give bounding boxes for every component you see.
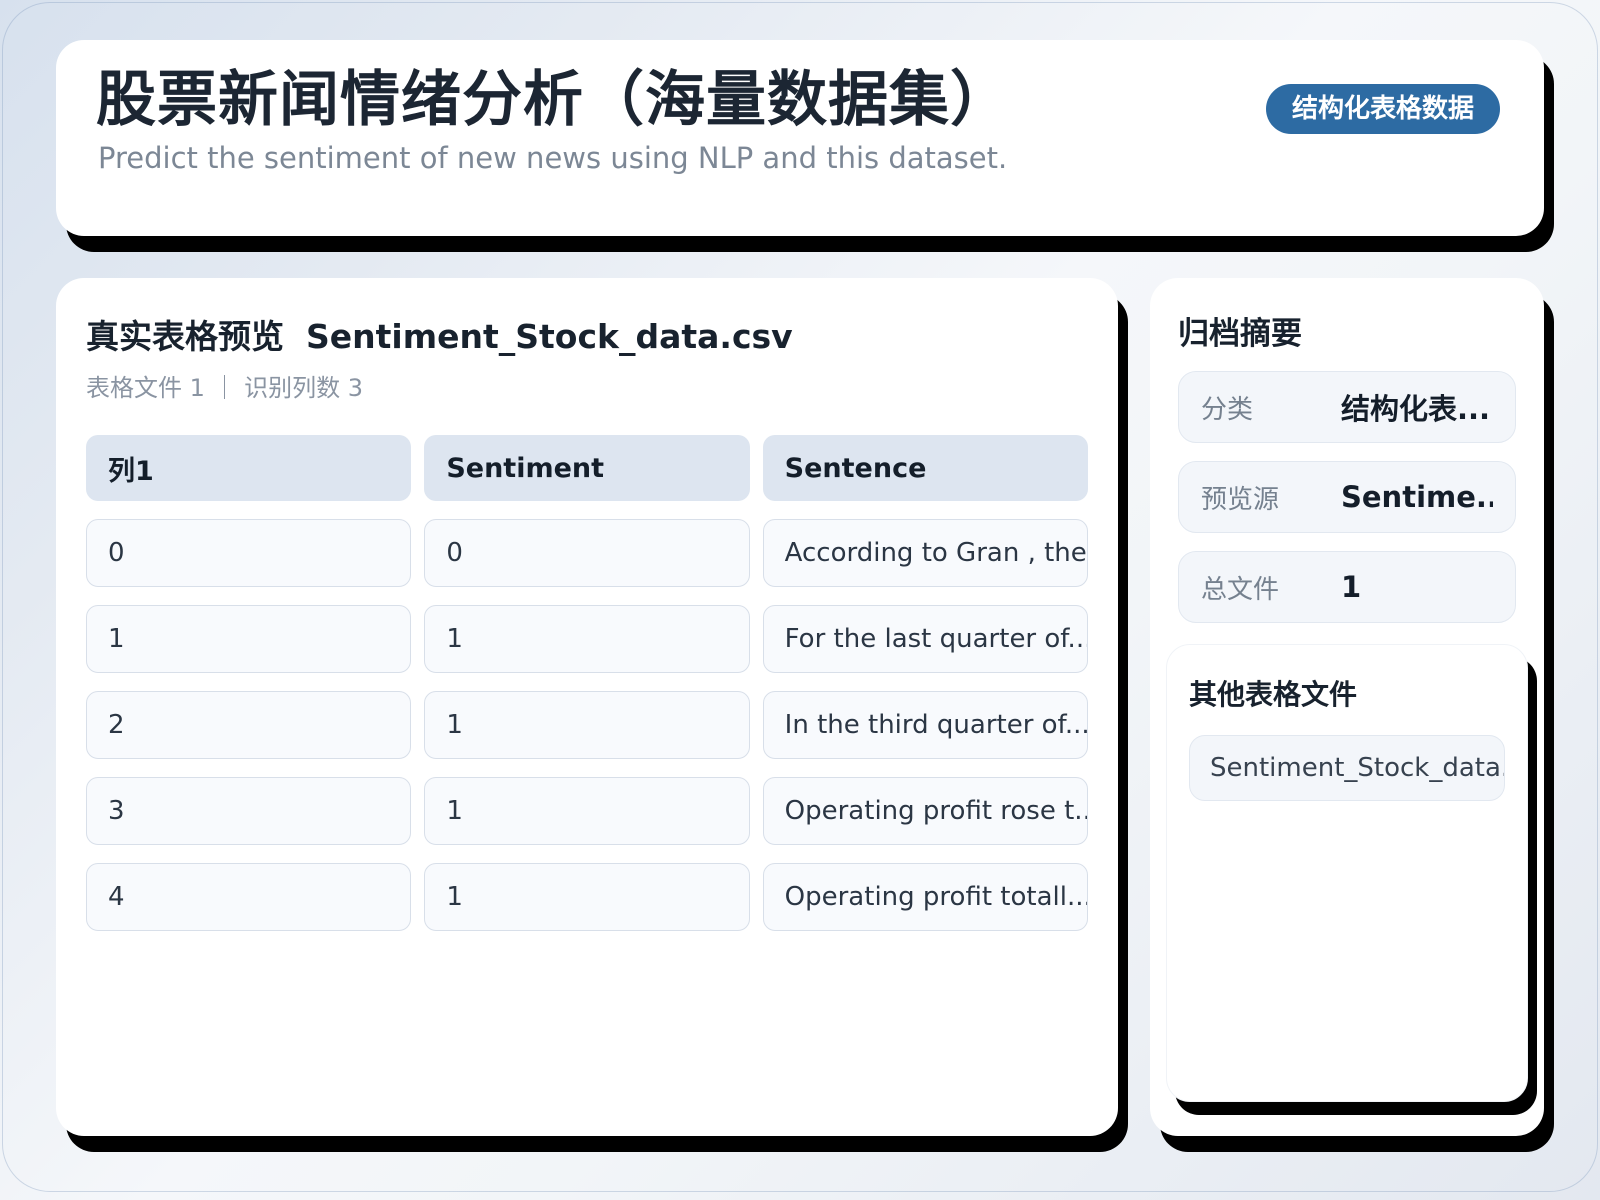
preview-title-row: 真实表格预览 Sentiment_Stock_data.csv: [86, 310, 1088, 358]
file-list-item[interactable]: Sentiment_Stock_data.csv: [1189, 735, 1505, 801]
column-header-cell: Sentiment: [424, 435, 750, 501]
archive-summary-card: 归档摘要 分类 结构化表... 预览源 Sentime... 总文件 1 其他表格文件 S…: [1150, 278, 1544, 1136]
table-cell: According to Gran , the...: [762, 519, 1088, 587]
table-preview-card: 真实表格预览 Sentiment_Stock_data.csv 表格文件 1 ｜…: [56, 278, 1118, 1136]
table-cell: Operating profit rose t...: [762, 777, 1088, 845]
page-subtitle: Predict the sentiment of new news using …: [98, 141, 1008, 175]
table-cell: 1: [424, 863, 750, 931]
summary-value: Sentime...: [1341, 480, 1493, 514]
table-cell: 1: [424, 777, 750, 845]
table-cell: 1: [86, 605, 412, 673]
summary-row: 总文件 1: [1178, 551, 1516, 623]
table-cell: 0: [86, 519, 412, 587]
table-cell: In the third quarter of...: [762, 691, 1088, 759]
column-header-cell: 列1: [86, 435, 412, 501]
table-cell: 0: [424, 519, 750, 587]
archive-summary-title: 归档摘要: [1178, 316, 1302, 352]
summary-row: 预览源 Sentime...: [1178, 461, 1516, 533]
table-cell: 4: [86, 863, 412, 931]
table-cell: 3: [86, 777, 412, 845]
column-header-cell: Sentence: [762, 435, 1088, 501]
table-cell: 2: [86, 691, 412, 759]
preview-meta: 表格文件 1 ｜ 识别列数 3: [86, 374, 364, 402]
summary-value: 结构化表...: [1341, 392, 1491, 426]
preview-table: 列1 Sentiment Sentence 0 0 According to Gran ,…: [86, 435, 1088, 931]
summary-row: 分类 结构化表...: [1178, 371, 1516, 443]
other-files-title: 其他表格文件: [1189, 678, 1358, 711]
files-list: Sentiment_Stock_data.csv: [1189, 735, 1505, 801]
preview-filename: Sentiment_Stock_data.csv: [306, 317, 793, 356]
table-cell: Operating profit totall...: [762, 863, 1088, 931]
table-cell: 1: [424, 691, 750, 759]
preview-title: 真实表格预览: [86, 317, 284, 356]
summary-label: 分类: [1201, 394, 1254, 425]
summary-value: 1: [1341, 570, 1362, 604]
summary-list: 分类 结构化表... 预览源 Sentime... 总文件 1: [1178, 371, 1516, 623]
category-badge: 结构化表格数据: [1265, 84, 1500, 134]
summary-label: 总文件: [1201, 574, 1280, 605]
other-files-card: 其他表格文件 Sentiment_Stock_data.csv: [1166, 644, 1528, 1102]
summary-label: 预览源: [1201, 484, 1280, 515]
table-cell: 1: [424, 605, 750, 673]
header-card: 结构化表格数据 股票新闻情绪分析（海量数据集） Predict the sent…: [56, 40, 1544, 236]
table-cell: For the last quarter of...: [762, 605, 1088, 673]
